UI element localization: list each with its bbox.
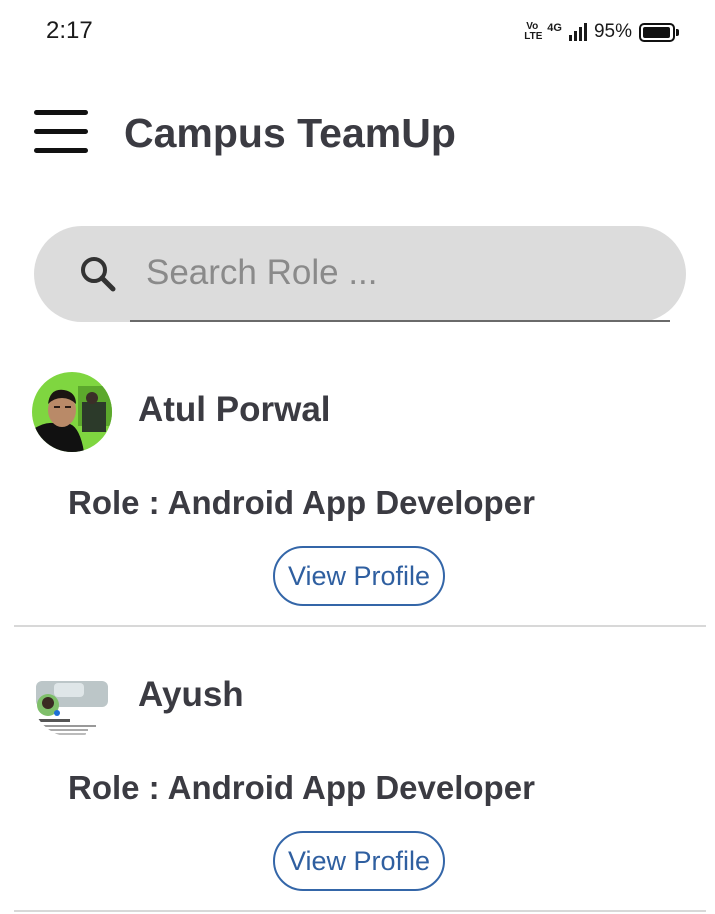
view-profile-button[interactable]: View Profile [273,831,445,891]
view-profile-button[interactable]: View Profile [273,546,445,606]
search-input[interactable] [146,248,626,298]
status-time: 2:17 [46,17,93,44]
avatar [32,372,112,452]
battery-icon [639,22,679,42]
status-icons: Vo LTE 4G 95% [524,18,679,46]
network-type: 4G [547,22,562,34]
battery-percent: 95% [593,21,632,42]
member-role: Role : Android App Developer [68,769,535,806]
divider [14,625,706,627]
hamburger-menu-icon[interactable] [34,110,90,154]
app-title: Campus TeamUp [124,110,456,156]
member-card: Ayush Role : Android App Developer View … [0,633,715,914]
volte-icon: Vo LTE [524,21,543,42]
search-bar[interactable] [34,226,686,322]
member-card: Atul Porwal Role : Android App Developer… [0,348,715,632]
member-name: Atul Porwal [138,390,331,429]
divider [14,910,706,912]
avatar [32,657,112,737]
battery-fill [643,26,670,38]
member-role: Role : Android App Developer [68,484,535,521]
search-icon [81,257,116,292]
member-name: Ayush [138,675,244,714]
status-bar: 2:17 Vo LTE 4G 95% [0,0,715,64]
signal-icon [568,23,587,41]
search-underline [130,320,670,322]
